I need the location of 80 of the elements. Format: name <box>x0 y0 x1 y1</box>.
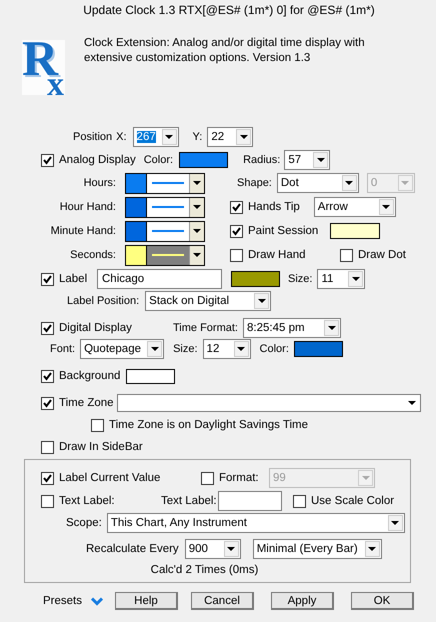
color-label: Color: <box>144 154 174 166</box>
window-title: Update Clock 1.3 RTX[@ES# (1m*) 0] for @ES# (1m*) <box>82 2 376 19</box>
x-dropdown[interactable]: 267 <box>132 127 179 147</box>
draw-in-sidebar-checkbox[interactable]: Draw In SideBar <box>41 440 143 454</box>
color-swatch[interactable] <box>294 341 343 357</box>
dialog-button[interactable]: Cancel <box>191 592 254 610</box>
check-icon <box>42 370 53 382</box>
color-swatch[interactable] <box>125 172 147 194</box>
size-label: Size: <box>288 273 312 285</box>
line-style-dropdown[interactable] <box>147 172 205 194</box>
style-label: Hours: <box>82 177 116 189</box>
font-dropdown[interactable]: Quotepage <box>80 339 164 359</box>
color-swatch[interactable] <box>125 220 147 242</box>
y-label: Y: <box>192 131 202 143</box>
x-value: 267 <box>136 131 156 143</box>
label-position-dropdown[interactable]: Stack on Digital <box>145 291 272 311</box>
time-format-label: Time Format: <box>173 322 238 334</box>
size-dropdown[interactable]: 11 <box>317 269 366 289</box>
color-swatch[interactable] <box>125 196 147 218</box>
x-label: X: <box>116 131 127 143</box>
size-dropdown[interactable]: 12 <box>202 339 251 359</box>
label-input[interactable]: Chicago <box>97 269 222 289</box>
check-icon <box>231 226 242 236</box>
time-zone-dropdown[interactable] <box>117 394 421 412</box>
dialog-button[interactable]: Help <box>115 592 178 610</box>
color-swatch[interactable] <box>330 223 380 239</box>
y-dropdown[interactable]: 22 <box>207 127 254 147</box>
position-label: Position <box>73 131 112 143</box>
label-position-label: Label Position: <box>67 295 140 307</box>
digital-display-checkbox[interactable]: Digital Display <box>41 322 173 334</box>
label-checkbox[interactable]: Label <box>41 272 97 286</box>
color-swatch[interactable] <box>125 244 147 266</box>
size-label: Size: <box>173 343 198 355</box>
shape-label: Shape: <box>237 177 272 189</box>
color-label: Color: <box>260 343 289 355</box>
draw-hand-checkbox[interactable]: Draw Hand <box>230 248 340 262</box>
recalculate-label: Recalculate Every <box>86 543 179 555</box>
check-icon <box>42 472 53 484</box>
analog-display-checkbox[interactable]: Analog Display <box>41 154 136 166</box>
description: Clock Extension: Analog and/or digital time display with extensive customization options. Version 1.3 <box>84 36 366 66</box>
time-format-dropdown[interactable]: 8:25:45 pm <box>243 318 341 338</box>
recalculate-mode-dropdown[interactable]: Minimal (Every Bar) <box>252 539 382 559</box>
scope-dropdown[interactable]: This Chart, Any Instrument <box>106 513 405 533</box>
radius-dropdown[interactable]: 57 <box>284 150 330 170</box>
check-icon <box>42 398 53 408</box>
check-icon <box>42 274 53 284</box>
recalculate-dropdown[interactable]: 900 <box>184 539 241 559</box>
text-label-label: Text Label: <box>161 495 216 507</box>
daylight-savings-checkbox[interactable]: Time Zone is on Daylight Savings Time <box>91 418 308 432</box>
check-icon <box>231 202 242 212</box>
line-style-dropdown[interactable] <box>147 220 205 242</box>
scope-label: Scope: <box>66 517 102 529</box>
color-swatch[interactable] <box>126 368 175 384</box>
hands-tip-dropdown[interactable]: Arrow <box>314 197 396 217</box>
text-label-checkbox[interactable]: Text Label: <box>41 494 161 508</box>
text-label-input[interactable] <box>218 491 282 511</box>
hands-tip-checkbox[interactable]: Hands Tip <box>230 200 300 214</box>
style-label: Minute Hand: <box>50 225 116 237</box>
check-icon <box>42 154 53 166</box>
radius-label: Radius: <box>243 154 280 166</box>
presets-link[interactable]: Presets <box>43 595 82 607</box>
shape-dropdown[interactable]: Dot <box>276 173 359 193</box>
font-label: Font: <box>50 343 76 355</box>
style-label: Hour Hand: <box>58 201 116 213</box>
style-label: Seconds: <box>69 249 116 261</box>
label-current-value-checkbox[interactable]: Label Current Value <box>41 472 201 484</box>
color-swatch[interactable] <box>231 271 280 287</box>
dialog-button[interactable]: Apply <box>271 592 334 610</box>
draw-dot-checkbox[interactable]: Draw Dot <box>340 248 406 262</box>
use-scale-color-checkbox[interactable]: Use Scale Color <box>293 494 394 508</box>
calc-info: Calc'd 2 Times (0ms) <box>150 564 260 576</box>
color-swatch[interactable] <box>179 152 228 168</box>
background-checkbox[interactable]: Background <box>41 370 126 382</box>
paint-session-checkbox[interactable]: Paint Session <box>230 224 318 238</box>
check-icon <box>42 322 53 334</box>
line-style-dropdown[interactable] <box>147 196 205 218</box>
chevron-down-icon[interactable] <box>91 596 103 606</box>
time-zone-checkbox[interactable]: Time Zone <box>41 396 117 410</box>
line-style-dropdown[interactable] <box>147 244 205 266</box>
dialog-button[interactable]: OK <box>351 592 414 610</box>
